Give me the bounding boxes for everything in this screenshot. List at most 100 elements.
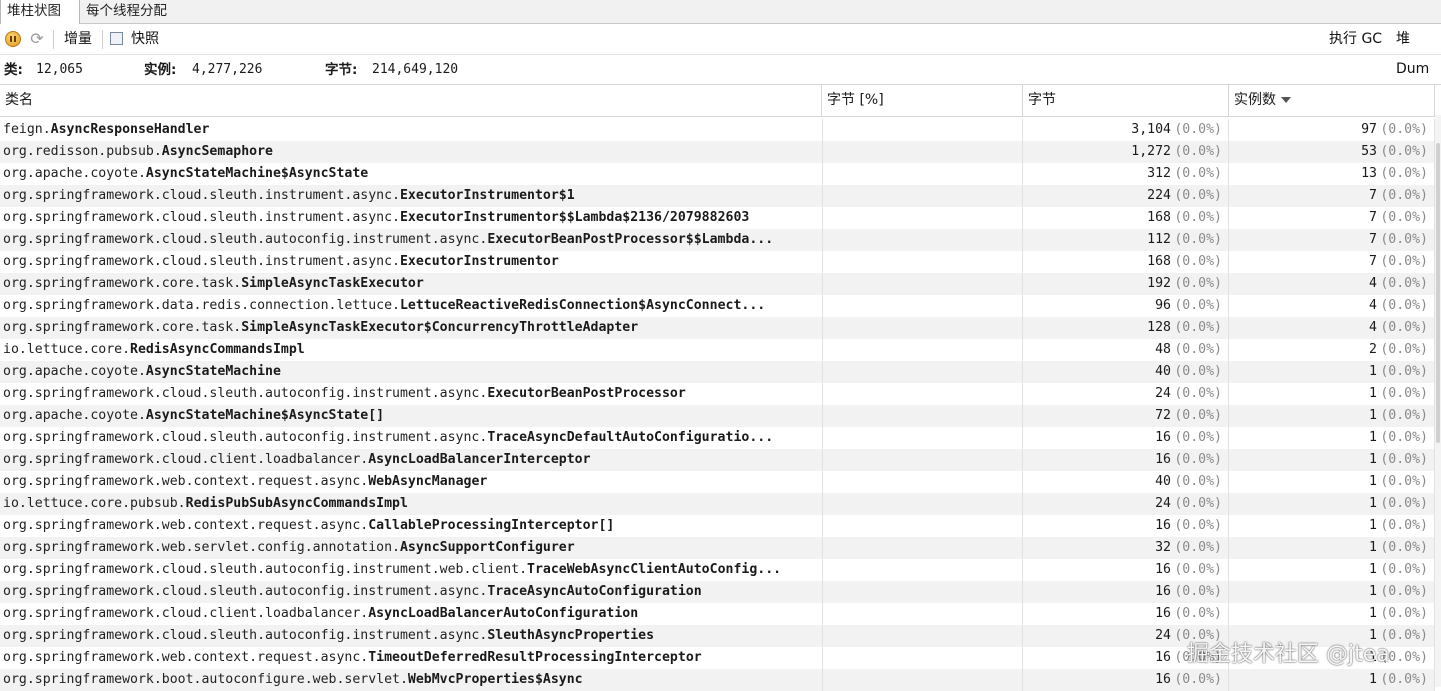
bytes-cell: 16 (0.0%) xyxy=(1023,559,1229,581)
tab-bar: 堆柱状图 每个线程分配 xyxy=(0,0,1441,24)
class-name: AsyncStateMachine$AsyncState xyxy=(145,166,369,181)
instances-percent: (0.0%) xyxy=(1380,518,1428,533)
refresh-icon[interactable]: ⟳ xyxy=(29,31,45,47)
bytes-percent: (0.0%) xyxy=(1174,342,1222,357)
bytes-value: 3,104 xyxy=(1131,122,1171,137)
table-row[interactable]: io.lettuce.core.pubsub.RedisPubSubAsyncC… xyxy=(0,493,1435,515)
instances-percent: (0.0%) xyxy=(1380,672,1428,687)
column-header-bytes[interactable]: 字节 xyxy=(1023,85,1229,116)
bytes-cell: 168 (0.0%) xyxy=(1023,251,1229,273)
table-row[interactable]: org.redisson.pubsub.AsyncSemaphore 1,272(… xyxy=(0,141,1435,163)
bytes-cell: 72 (0.0%) xyxy=(1023,405,1229,427)
bytes-value: 16 xyxy=(1155,562,1171,577)
class-name-cell: org.springframework.web.servlet.config.a… xyxy=(3,537,819,559)
table-row[interactable]: org.springframework.web.context.request.… xyxy=(0,515,1435,537)
pause-icon[interactable] xyxy=(5,31,21,47)
class-name: AsyncResponseHandler xyxy=(50,122,210,137)
bytes-pct-bar-cell xyxy=(822,537,1023,559)
class-name: TraceAsyncDefaultAutoConfiguratio... xyxy=(487,430,774,445)
column-header-class-name[interactable]: 类名 xyxy=(0,85,822,116)
bytes-value: 40 xyxy=(1155,364,1171,379)
table-row[interactable]: org.springframework.cloud.sleuth.autocon… xyxy=(0,229,1435,251)
table-row[interactable]: org.apache.coyote.AsyncStateMachine$Asyn… xyxy=(0,405,1435,427)
table-row[interactable]: org.springframework.core.task.SimpleAsyn… xyxy=(0,317,1435,339)
column-header-instances-label: 实例数 xyxy=(1234,92,1276,108)
class-name-cell: org.springframework.web.context.request.… xyxy=(3,471,819,493)
table-row[interactable]: org.springframework.cloud.sleuth.autocon… xyxy=(0,559,1435,581)
instances-cell: 13 (0.0%) xyxy=(1229,163,1435,185)
table-row[interactable]: org.springframework.cloud.sleuth.instrum… xyxy=(0,185,1435,207)
bytes-cell: 312 (0.0%) xyxy=(1023,163,1229,185)
instances-value: 53 xyxy=(1361,144,1377,159)
table-row[interactable]: org.springframework.cloud.client.loadbal… xyxy=(0,449,1435,471)
instances-percent: (0.0%) xyxy=(1380,430,1428,445)
bytes-label: 字节: xyxy=(325,62,358,78)
table-row[interactable]: org.springframework.cloud.client.loadbal… xyxy=(0,603,1435,625)
instances-value: 1 xyxy=(1369,386,1377,401)
tab-heap-histogram[interactable]: 堆柱状图 xyxy=(0,0,80,24)
perform-gc-button[interactable]: 执行 GC xyxy=(1329,24,1382,54)
classes-value: 12,065 xyxy=(36,62,83,77)
instances-percent: (0.0%) xyxy=(1380,276,1428,291)
scrollbar-thumb[interactable] xyxy=(1436,143,1440,443)
package-name: org.apache.coyote. xyxy=(3,166,146,181)
vertical-scrollbar[interactable] xyxy=(1435,115,1441,687)
snapshot-button[interactable]: 快照 xyxy=(131,24,159,54)
bytes-pct-bar-cell xyxy=(822,361,1023,383)
instances-value: 1 xyxy=(1369,408,1377,423)
instances-percent: (0.0%) xyxy=(1380,254,1428,269)
class-name: RedisAsyncCommandsImpl xyxy=(130,342,305,357)
instances-percent: (0.0%) xyxy=(1380,188,1428,203)
bytes-pct-bar-cell xyxy=(822,625,1023,647)
tab-per-thread-allocation[interactable]: 每个线程分配 xyxy=(80,0,173,23)
instances-cell: 7 (0.0%) xyxy=(1229,229,1435,251)
table-row[interactable]: org.springframework.cloud.sleuth.autocon… xyxy=(0,427,1435,449)
bytes-value: 192 xyxy=(1147,276,1171,291)
instances-cell: 1 (0.0%) xyxy=(1229,449,1435,471)
heap-dump-button[interactable]: 堆 Dum xyxy=(1396,24,1441,77)
table-row[interactable]: org.springframework.cloud.sleuth.autocon… xyxy=(0,383,1435,405)
instances-percent: (0.0%) xyxy=(1380,584,1428,599)
table-row[interactable]: org.springframework.web.servlet.config.a… xyxy=(0,537,1435,559)
class-name-cell: org.springframework.cloud.client.loadbal… xyxy=(3,603,819,625)
bytes-pct-bar-cell xyxy=(822,141,1023,163)
bytes-cell: 16 (0.0%) xyxy=(1023,515,1229,537)
table-row[interactable]: org.springframework.data.redis.connectio… xyxy=(0,295,1435,317)
package-name: org.springframework.cloud.sleuth.instrum… xyxy=(3,254,400,269)
instances-percent: (0.0%) xyxy=(1380,232,1428,247)
class-name-cell: org.springframework.data.redis.connectio… xyxy=(3,295,819,317)
column-header-bytes-pct[interactable]: 字节 [%] xyxy=(822,85,1023,116)
bytes-percent: (0.0%) xyxy=(1174,606,1222,621)
class-name: ExecutorBeanPostProcessor$$Lambda... xyxy=(487,232,774,247)
instances-value: 4,277,226 xyxy=(192,62,263,77)
table-row[interactable]: org.springframework.boot.autoconfigure.w… xyxy=(0,669,1435,691)
bytes-cell: 32 (0.0%) xyxy=(1023,537,1229,559)
bytes-pct-bar-cell xyxy=(822,581,1023,603)
bytes-cell: 96 (0.0%) xyxy=(1023,295,1229,317)
table-row[interactable]: org.springframework.web.context.request.… xyxy=(0,471,1435,493)
table-row[interactable]: org.apache.coyote.AsyncStateMachine$Asyn… xyxy=(0,163,1435,185)
instances-value: 1 xyxy=(1369,606,1377,621)
instances-value: 7 xyxy=(1369,188,1377,203)
class-name: RedisPubSubAsyncCommandsImpl xyxy=(185,496,408,511)
table-row[interactable]: org.springframework.core.task.SimpleAsyn… xyxy=(0,273,1435,295)
table-row[interactable]: org.apache.coyote.AsyncStateMachine 40 (0.… xyxy=(0,361,1435,383)
table-row[interactable]: io.lettuce.core.RedisAsyncCommandsImpl 48… xyxy=(0,339,1435,361)
bytes-percent: (0.0%) xyxy=(1174,540,1222,555)
class-name-cell: org.springframework.core.task.SimpleAsyn… xyxy=(3,273,819,295)
column-header-instances[interactable]: 实例数 xyxy=(1229,85,1435,116)
bytes-cell: 16 (0.0%) xyxy=(1023,669,1229,691)
snapshot-icon[interactable] xyxy=(110,32,123,45)
bytes-pct-bar-cell xyxy=(822,207,1023,229)
instances-cell: 4 (0.0%) xyxy=(1229,273,1435,295)
table-row[interactable]: feign.AsyncResponseHandler 3,104 (0.0%) 97(… xyxy=(0,119,1435,141)
table-row[interactable]: org.springframework.cloud.sleuth.instrum… xyxy=(0,207,1435,229)
bytes-percent: (0.0%) xyxy=(1174,562,1222,577)
class-name-cell: org.springframework.cloud.sleuth.autocon… xyxy=(3,229,819,251)
instances-cell: 97 (0.0%) xyxy=(1229,119,1435,141)
bytes-percent: (0.0%) xyxy=(1174,452,1222,467)
delta-button[interactable]: 增量 xyxy=(64,24,92,54)
table-row[interactable]: org.springframework.cloud.sleuth.instrum… xyxy=(0,251,1435,273)
bytes-percent: (0.0%) xyxy=(1174,408,1222,423)
table-row[interactable]: org.springframework.cloud.sleuth.autocon… xyxy=(0,581,1435,603)
